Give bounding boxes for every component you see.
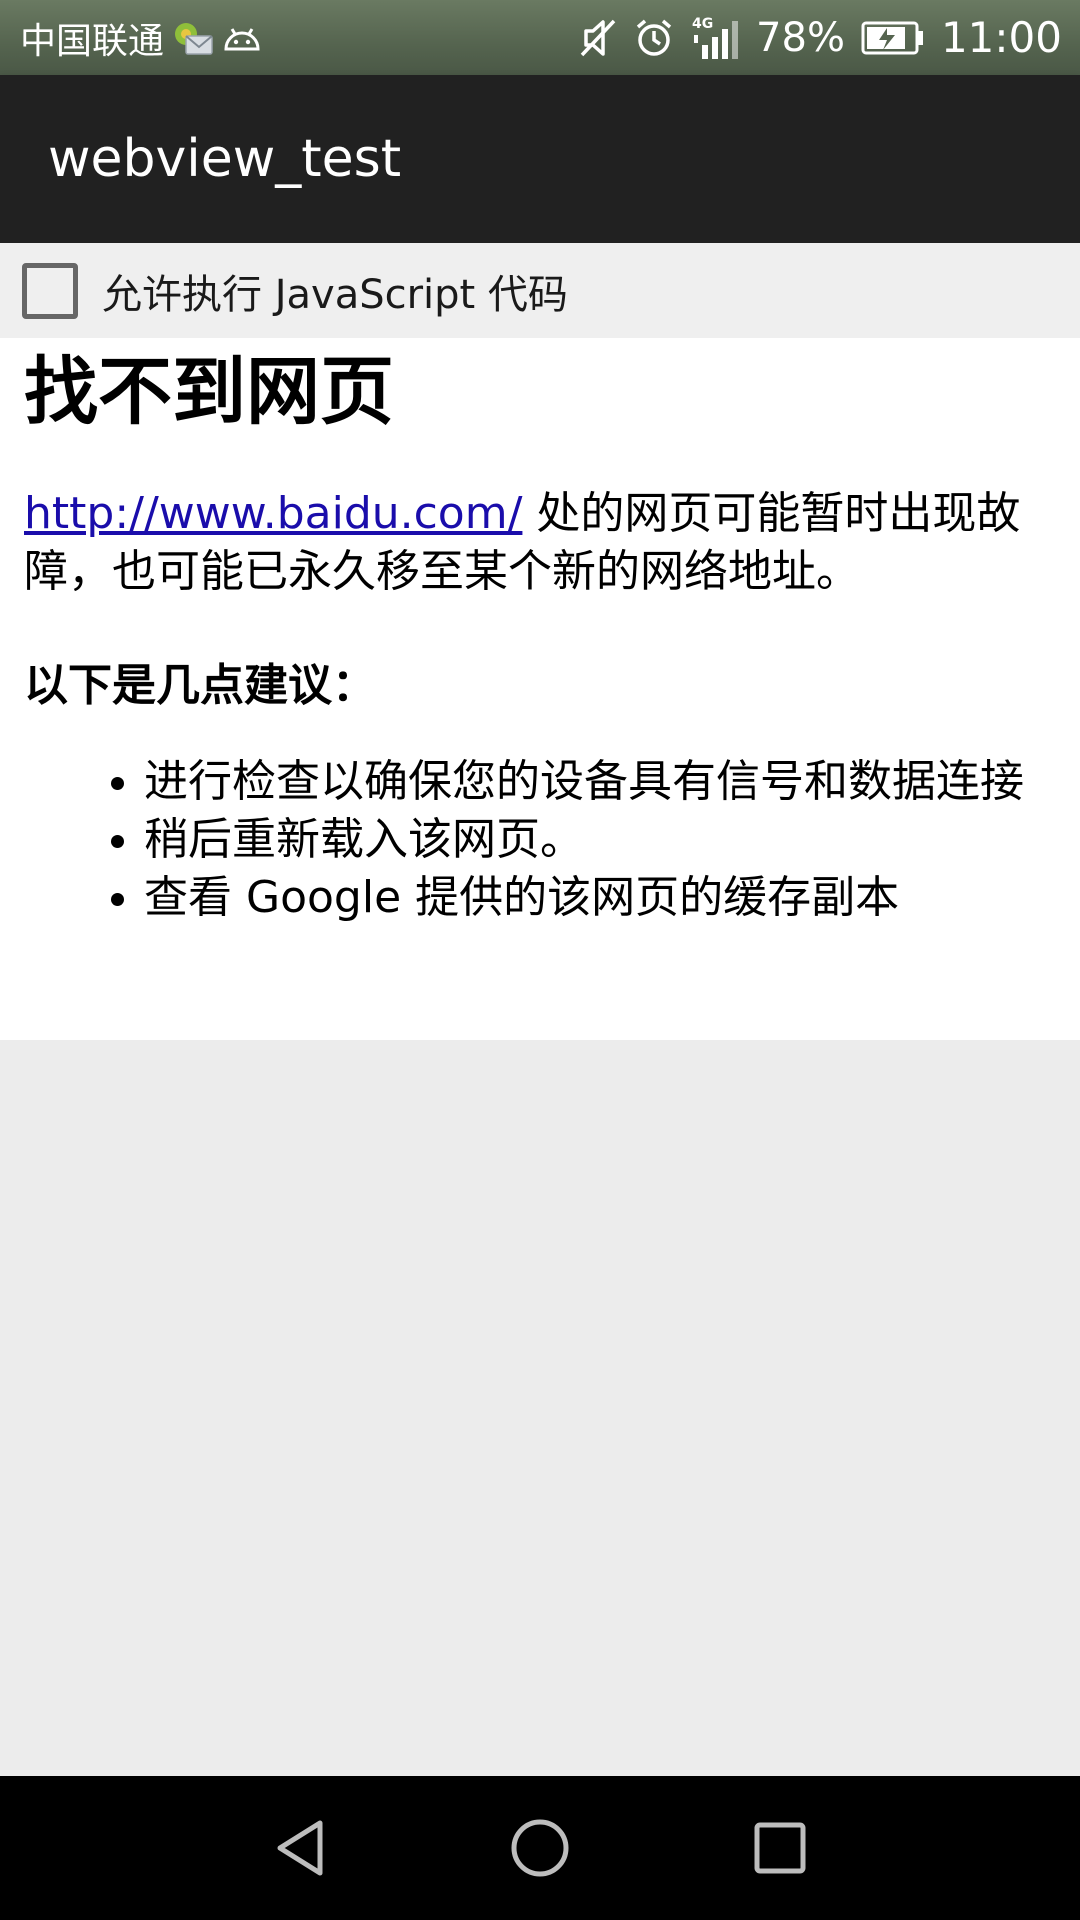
- back-triangle-icon: [277, 1820, 323, 1876]
- navigation-bar: [0, 1776, 1080, 1920]
- status-left: 中国联通: [20, 0, 262, 75]
- recents-button[interactable]: [720, 1776, 840, 1920]
- battery-percent: 78%: [756, 14, 845, 61]
- network-type: 4G: [692, 16, 713, 32]
- error-url-link[interactable]: http://www.baidu.com/: [24, 488, 522, 539]
- screen: 中国联通 4G 78% 11:00 webview_test 允许执行 Java…: [0, 0, 1080, 1920]
- webview[interactable]: 找不到网页 http://www.baidu.com/ 处的网页可能暂时出现故障…: [0, 338, 1080, 1040]
- clock: 11:00: [940, 13, 1062, 62]
- back-button[interactable]: [240, 1776, 360, 1920]
- error-title: 找不到网页: [24, 349, 394, 435]
- recents-square-icon: [754, 1822, 806, 1874]
- home-button[interactable]: [480, 1776, 600, 1920]
- javascript-checkbox-label[interactable]: 允许执行 JavaScript 代码: [102, 262, 568, 320]
- javascript-option-row[interactable]: 允许执行 JavaScript 代码: [0, 243, 1080, 338]
- battery-charging-icon: [861, 20, 925, 56]
- status-bar: 中国联通 4G 78% 11:00: [0, 0, 1080, 75]
- signal-icon: 4G: [690, 15, 740, 61]
- mute-icon: [578, 17, 618, 59]
- suggestion-item: 稍后重新载入该网页。: [144, 811, 1060, 869]
- javascript-checkbox[interactable]: [22, 262, 78, 319]
- error-description: http://www.baidu.com/ 处的网页可能暂时出现故障，也可能已永…: [24, 485, 1060, 601]
- suggestion-item: 查看 Google 提供的该网页的缓存副本: [144, 869, 1060, 927]
- carrier-name: 中国联通: [20, 20, 165, 62]
- mail-notification-icon: [172, 20, 214, 56]
- app-title: webview_test: [48, 129, 402, 189]
- home-circle-icon: [511, 1819, 569, 1877]
- status-right: 4G 78% 11:00: [578, 0, 1062, 75]
- error-page: 找不到网页 http://www.baidu.com/ 处的网页可能暂时出现故障…: [24, 338, 1060, 927]
- suggestions-title: 以下是几点建议：: [24, 660, 376, 712]
- alarm-icon: [634, 18, 674, 58]
- app-bar: webview_test: [0, 75, 1080, 243]
- suggestions-list: 进行检查以确保您的设备具有信号和数据连接 稍后重新载入该网页。 查看 Googl…: [24, 753, 1060, 927]
- android-icon: [222, 23, 262, 53]
- suggestion-item: 进行检查以确保您的设备具有信号和数据连接: [144, 753, 1060, 811]
